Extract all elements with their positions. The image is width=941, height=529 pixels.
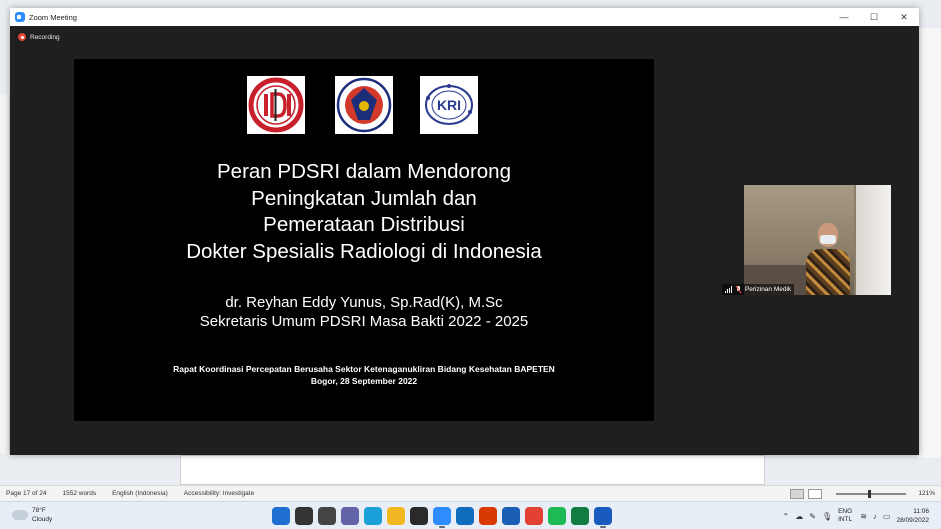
chevron-up-icon[interactable]: ⌃: [783, 512, 790, 521]
word-status-bar: Page 17 of 24 1552 words English (Indone…: [0, 485, 941, 501]
weather-temp: 78°F: [32, 507, 46, 514]
vertical-ruler: [0, 94, 10, 454]
office-icon[interactable]: [479, 507, 497, 525]
event-date: Bogor, 28 September 2022: [310, 376, 418, 386]
muted-mic-icon: [736, 286, 742, 293]
zoom-percentage[interactable]: 121%: [918, 490, 935, 497]
participant-video[interactable]: [744, 185, 891, 295]
task-view-icon[interactable]: [318, 507, 336, 525]
zoom-app-icon: [15, 12, 25, 22]
event-title: Rapat Koordinasi Percepatan Berusaha Sek…: [173, 364, 555, 374]
slide-title-line: Dokter Spesialis Radiologi di Indonesia: [186, 239, 542, 263]
svg-text:KRI: KRI: [437, 97, 461, 113]
zoom-slider[interactable]: [836, 489, 907, 498]
language-switch[interactable]: ENG INTL: [838, 508, 852, 524]
close-button[interactable]: ✕: [889, 8, 919, 26]
cloud-sync-icon[interactable]: ☁: [795, 512, 803, 521]
event-info: Rapat Koordinasi Percepatan Berusaha Sek…: [74, 363, 654, 387]
web-layout-button[interactable]: [808, 488, 823, 499]
signal-strength-icon: [725, 286, 733, 293]
pdsri-logo: [335, 76, 393, 134]
presenter-name: dr. Reyhan Eddy Yunus, Sp.Rad(K), M.Sc: [225, 294, 503, 311]
participant-name: Perizinan Medik: [744, 286, 792, 293]
shared-slide: KRI Peran PDSRI dalam Mendorong Peningka…: [74, 59, 654, 421]
clock-date: 28/09/2022: [896, 517, 929, 524]
mail-icon[interactable]: [456, 507, 474, 525]
idi-logo: [247, 76, 305, 134]
search-icon[interactable]: [295, 507, 313, 525]
dell-icon[interactable]: [410, 507, 428, 525]
language-indicator[interactable]: English (Indonesia): [112, 490, 168, 497]
volume-icon[interactable]: ♪: [873, 512, 877, 521]
system-clock[interactable]: 11:06 28/09/2022: [896, 507, 929, 525]
word-side-area: [918, 28, 941, 458]
keyboard-layout: INTL: [838, 516, 853, 523]
participant-person: [806, 223, 850, 295]
participant-nameplate: Perizinan Medik: [722, 284, 795, 295]
kri-logo: KRI: [420, 76, 478, 134]
print-layout-button[interactable]: [790, 488, 805, 499]
clock-time: 11:06: [913, 508, 929, 515]
battery-icon[interactable]: ▭: [883, 512, 891, 521]
zoom-slider-knob[interactable]: [868, 489, 872, 498]
chat-icon[interactable]: [341, 507, 359, 525]
accessibility-status[interactable]: Accessibility: Investigate: [184, 490, 254, 497]
person-body: [806, 249, 850, 295]
recording-indicator[interactable]: Recording: [18, 33, 60, 41]
minimize-button[interactable]: —: [829, 8, 859, 26]
word-icon[interactable]: [594, 507, 612, 528]
file-explorer-icon[interactable]: [387, 507, 405, 525]
system-tray: ⌃ ☁ ✎ 🎙 ENG INTL ≋ ♪ ▭ 11:06 28/09/2022: [783, 502, 941, 529]
language-code: ENG: [838, 508, 853, 515]
photos-icon[interactable]: [502, 507, 520, 525]
face-mask: [820, 235, 836, 244]
edge-icon[interactable]: [364, 507, 382, 525]
slide-title-line: Peningkatan Jumlah dan: [251, 186, 477, 210]
wifi-icon[interactable]: ≋: [860, 512, 867, 521]
presenter-role: Sekretaris Umum PDSRI Masa Bakti 2022 - …: [199, 313, 529, 330]
window-titlebar[interactable]: Zoom Meeting — ☐ ✕: [10, 8, 919, 26]
slide-title-line: Peran PDSRI dalam Mendorong: [217, 160, 511, 183]
weather-desc: Cloudy: [32, 516, 53, 523]
video-column: [856, 185, 891, 295]
mic-icon[interactable]: 🎙: [822, 512, 832, 521]
word-count[interactable]: 1552 words: [62, 490, 96, 497]
page-counter[interactable]: Page 17 of 24: [6, 490, 46, 497]
window-title: Zoom Meeting: [29, 12, 77, 22]
document-page[interactable]: [180, 455, 765, 485]
cloud-icon: [12, 510, 28, 520]
slide-title-line: Pemerataan Distribusi: [263, 213, 465, 236]
zoom-icon[interactable]: [433, 507, 451, 528]
presenter-info: dr. Reyhan Eddy Yunus, Sp.Rad(K), M.Sc S…: [74, 293, 654, 331]
slide-logos: KRI: [74, 76, 654, 136]
taskbar: 78°F Cloudy ⌃ ☁ ✎ 🎙 ENG INTL ≋ ♪ ▭ 11:06…: [0, 501, 941, 529]
weather-widget[interactable]: 78°F Cloudy: [12, 506, 52, 524]
recording-icon: [18, 33, 26, 41]
slide-title: Peran PDSRI dalam Mendorong Peningkatan …: [74, 159, 654, 265]
taskbar-apps: [272, 507, 617, 528]
recording-label: Recording: [30, 33, 60, 41]
windows-start-icon[interactable]: [272, 507, 290, 525]
chrome-icon[interactable]: [525, 507, 543, 525]
excel-icon[interactable]: [571, 507, 589, 525]
pen-icon[interactable]: ✎: [809, 512, 816, 521]
maximize-button[interactable]: ☐: [859, 8, 889, 26]
spotify-icon[interactable]: [548, 507, 566, 525]
